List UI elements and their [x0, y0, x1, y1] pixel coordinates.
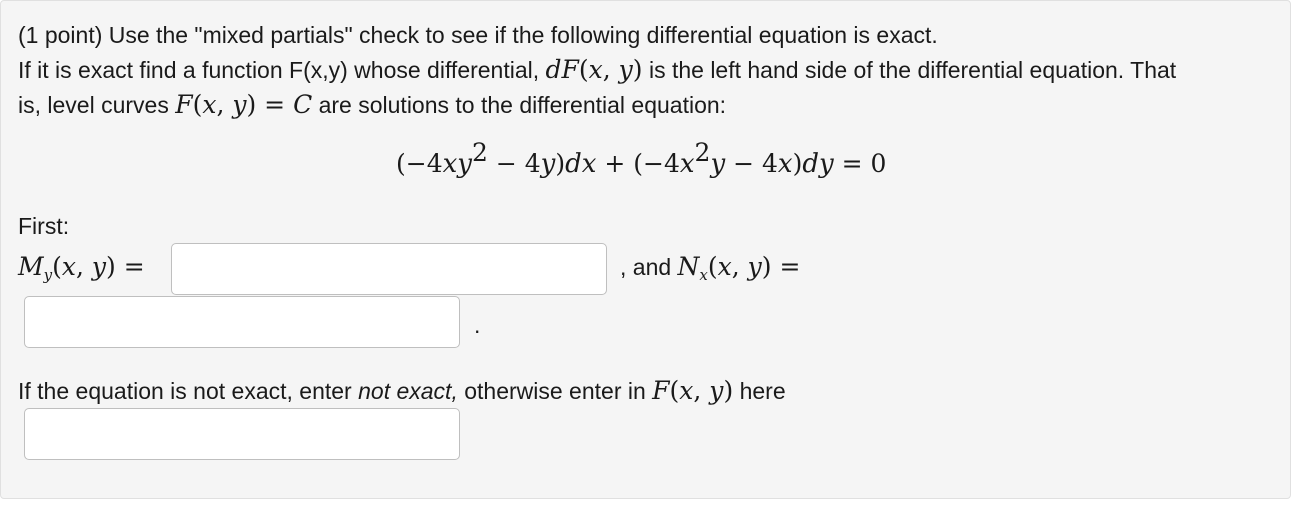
instruction-emphasis: not exact,: [358, 378, 458, 404]
math-F: F(x, y): [652, 376, 734, 405]
period-text: .: [474, 312, 481, 338]
problem-line-3-text-a: is, level curves: [18, 92, 169, 118]
instruction-line: If the equation is not exact, enter not …: [18, 376, 786, 406]
math-level-curve: F(x, y) = C: [175, 90, 313, 119]
my-input[interactable]: [171, 243, 607, 295]
problem-intro: (1 point) Use the "mixed partials" check…: [18, 22, 938, 48]
problem-line-2-text-a: If it is exact find a function F(x,y) wh…: [18, 57, 540, 83]
f-input[interactable]: [24, 408, 460, 460]
nx-label: , and Nx(x, y) =: [620, 252, 801, 284]
problem-line-2: If it is exact find a function F(x,y) wh…: [18, 55, 1176, 85]
nx-input[interactable]: [24, 296, 460, 348]
differential-equation: (−4xy2 − 4y)dx + (−4x2y − 4x)dy = 0: [396, 138, 887, 179]
problem-line-3-text-b: are solutions to the differential equati…: [318, 92, 727, 118]
and-text: , and: [620, 254, 672, 280]
instruction-part-2: otherwise enter in: [464, 378, 646, 404]
math-dF: dF(x, y): [545, 55, 643, 84]
problem-line-2-text-b: is the left hand side of the differentia…: [648, 57, 1177, 83]
instruction-part-1: If the equation is not exact, enter: [18, 378, 352, 404]
problem-line-3: is, level curves F(x, y) = C are solutio…: [18, 90, 726, 120]
my-label: My(x, y) =: [18, 252, 145, 284]
first-label: First:: [18, 213, 70, 239]
instruction-part-3: here: [739, 378, 786, 404]
